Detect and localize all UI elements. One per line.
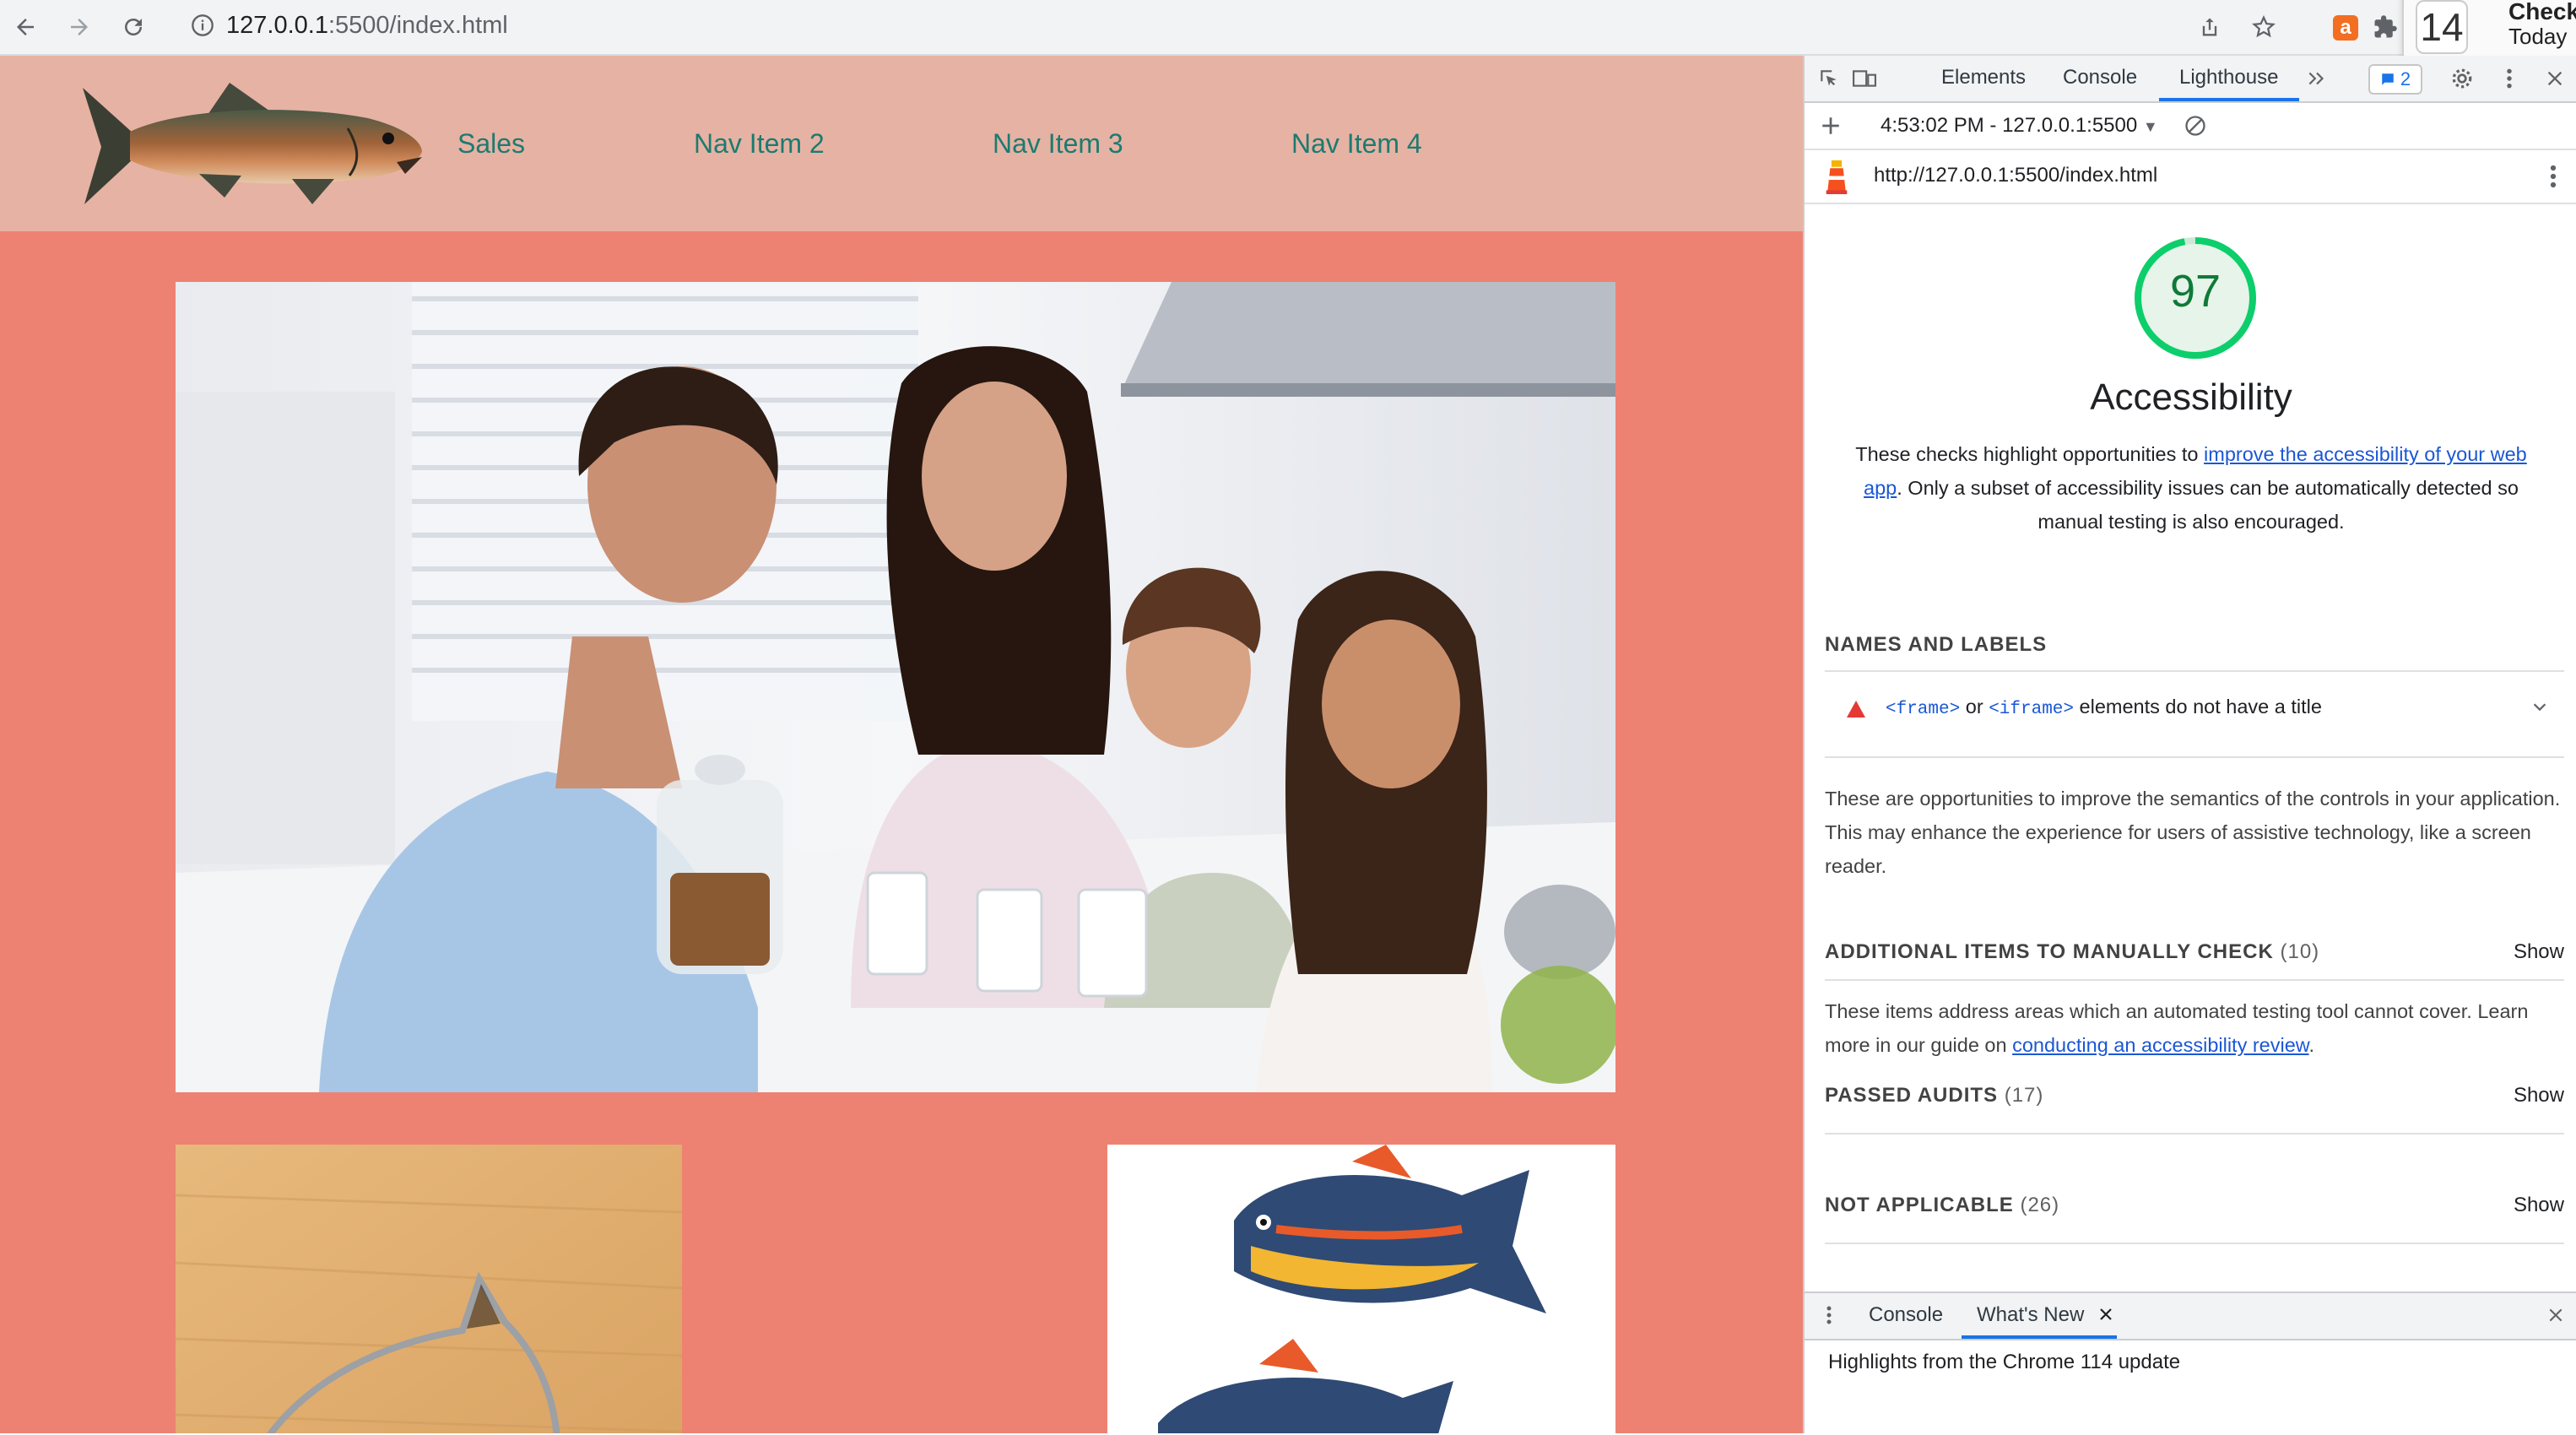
- forward-icon[interactable]: [59, 7, 100, 47]
- nav-item-4[interactable]: Nav Item 4: [1291, 128, 1422, 160]
- clear-all-icon[interactable]: [2181, 111, 2210, 140]
- inspect-element-icon[interactable]: [1815, 64, 1843, 93]
- passed-audits-show-toggle[interactable]: Show: [2514, 1084, 2564, 1107]
- accessibility-score: 97: [2169, 266, 2222, 317]
- whats-new-content: Highlights from the Chrome 114 update: [1828, 1351, 2181, 1373]
- fail-triangle-icon: [1847, 701, 1865, 722]
- device-toggle-icon[interactable]: [1850, 64, 1879, 93]
- site-header: Sales Nav Item 2 Nav Item 3 Nav Item 4: [0, 56, 1803, 231]
- notification-subtitle: Today: [2508, 24, 2568, 49]
- drawer-tabbar: Console What's New: [1805, 1293, 2576, 1340]
- message-icon: [2382, 73, 2394, 85]
- browser-toolbar: 127.0.0.1:5500/index.html a 14 Check Tod…: [0, 0, 2576, 64]
- extension-icon[interactable]: a: [2333, 15, 2358, 41]
- divider: [1825, 979, 2564, 981]
- names-labels-heading: NAMES AND LABELS: [1825, 633, 2048, 656]
- drawer-tab-whats-new[interactable]: What's New: [1977, 1303, 2084, 1327]
- drawer-tab-console[interactable]: Console: [1869, 1303, 1943, 1327]
- new-report-plus-icon[interactable]: [1816, 111, 1845, 140]
- drawer-menu-kebab-icon[interactable]: [1826, 1303, 1832, 1331]
- more-tabs-chevron-icon[interactable]: [2303, 64, 2331, 93]
- tab-elements[interactable]: Elements: [1941, 66, 2026, 89]
- not-applicable-show-toggle[interactable]: Show: [2514, 1194, 2564, 1217]
- category-description: These checks highlight opportunities to …: [1855, 443, 2527, 533]
- category-title: Accessibility: [2090, 376, 2292, 418]
- extensions-puzzle-icon[interactable]: [2365, 7, 2406, 47]
- manual-check-show-toggle[interactable]: Show: [2514, 940, 2564, 964]
- active-tab-indicator: [2159, 98, 2299, 101]
- report-select[interactable]: 4:53:02 PM - 127.0.0.1:5500 ▼: [1881, 114, 2158, 138]
- divider: [1825, 1243, 2564, 1244]
- page-viewport: Sales Nav Item 2 Nav Item 3 Nav Item 4: [0, 56, 1803, 1433]
- url-text: 127.0.0.1:5500/index.html: [226, 11, 508, 39]
- audit-title: <frame> or <iframe> elements do not have…: [1886, 696, 2322, 719]
- calendar-notification[interactable]: 14 Check Today: [2402, 0, 2576, 64]
- passed-audits-heading[interactable]: PASSED AUDITS (17): [1825, 1084, 2043, 1107]
- audit-frame-title[interactable]: <frame> or <iframe> elements do not have…: [1825, 674, 2564, 743]
- manual-check-heading[interactable]: ADDITIONAL ITEMS TO MANUALLY CHECK (10): [1825, 940, 2319, 964]
- report-url: http://127.0.0.1:5500/index.html: [1874, 164, 2158, 187]
- nav-item-2[interactable]: Nav Item 2: [694, 128, 825, 160]
- issues-count: 2: [2400, 68, 2411, 89]
- address-bar[interactable]: 127.0.0.1:5500/index.html: [174, 3, 2385, 47]
- share-icon[interactable]: [2189, 7, 2230, 47]
- lighthouse-toolbar: 4:53:02 PM - 127.0.0.1:5500 ▼: [1805, 103, 2576, 150]
- divider: [1825, 756, 2564, 758]
- close-drawer-icon[interactable]: [2547, 1307, 2564, 1328]
- divider: [1825, 1133, 2564, 1134]
- lighthouse-icon: [1823, 160, 1850, 198]
- tab-console[interactable]: Console: [2063, 66, 2137, 89]
- devtools-panel: Elements Console Lighthouse 2 4:53:02 PM…: [1803, 56, 2576, 1435]
- painted-fish-image: [1107, 1145, 1615, 1433]
- settings-gear-icon[interactable]: [2448, 64, 2476, 93]
- report-url-bar: http://127.0.0.1:5500/index.html: [1805, 150, 2576, 204]
- nav-item-3[interactable]: Nav Item 3: [993, 128, 1123, 160]
- nav-item-sales[interactable]: Sales: [457, 128, 525, 160]
- drawer-active-tab-indicator: [1962, 1335, 2117, 1339]
- dropdown-triangle-icon: ▼: [2142, 118, 2158, 135]
- chevron-down-icon[interactable]: [2530, 697, 2549, 720]
- not-applicable-heading[interactable]: NOT APPLICABLE (26): [1825, 1194, 2059, 1217]
- bookmark-star-icon[interactable]: [2243, 7, 2284, 47]
- notification-title: Check: [2508, 0, 2576, 24]
- divider: [1825, 670, 2564, 672]
- site-info-icon[interactable]: [191, 14, 214, 41]
- hero-family-kitchen-image: [176, 282, 1615, 1092]
- salmon-logo-image[interactable]: [81, 81, 425, 208]
- manual-check-description: These items address areas which an autom…: [1825, 1000, 2529, 1056]
- kebab-menu-icon[interactable]: [2495, 64, 2524, 93]
- issues-badge[interactable]: 2: [2368, 64, 2422, 95]
- devtools-drawer: Console What's New Highlights from the C…: [1805, 1292, 2576, 1435]
- names-labels-description: These are opportunities to improve the s…: [1825, 788, 2561, 877]
- report-menu-kebab-icon[interactable]: [2539, 162, 2568, 191]
- close-tab-icon[interactable]: [2098, 1307, 2113, 1326]
- cookie-cutter-image: [176, 1145, 682, 1433]
- accessibility-review-link[interactable]: conducting an accessibility review: [2012, 1034, 2308, 1056]
- tab-lighthouse[interactable]: Lighthouse: [2179, 66, 2278, 89]
- reload-icon[interactable]: [113, 7, 154, 47]
- back-icon[interactable]: [5, 7, 46, 47]
- close-devtools-icon[interactable]: [2541, 64, 2569, 93]
- devtools-tabbar: Elements Console Lighthouse 2: [1805, 56, 2576, 103]
- calendar-date-icon: 14: [2416, 0, 2468, 54]
